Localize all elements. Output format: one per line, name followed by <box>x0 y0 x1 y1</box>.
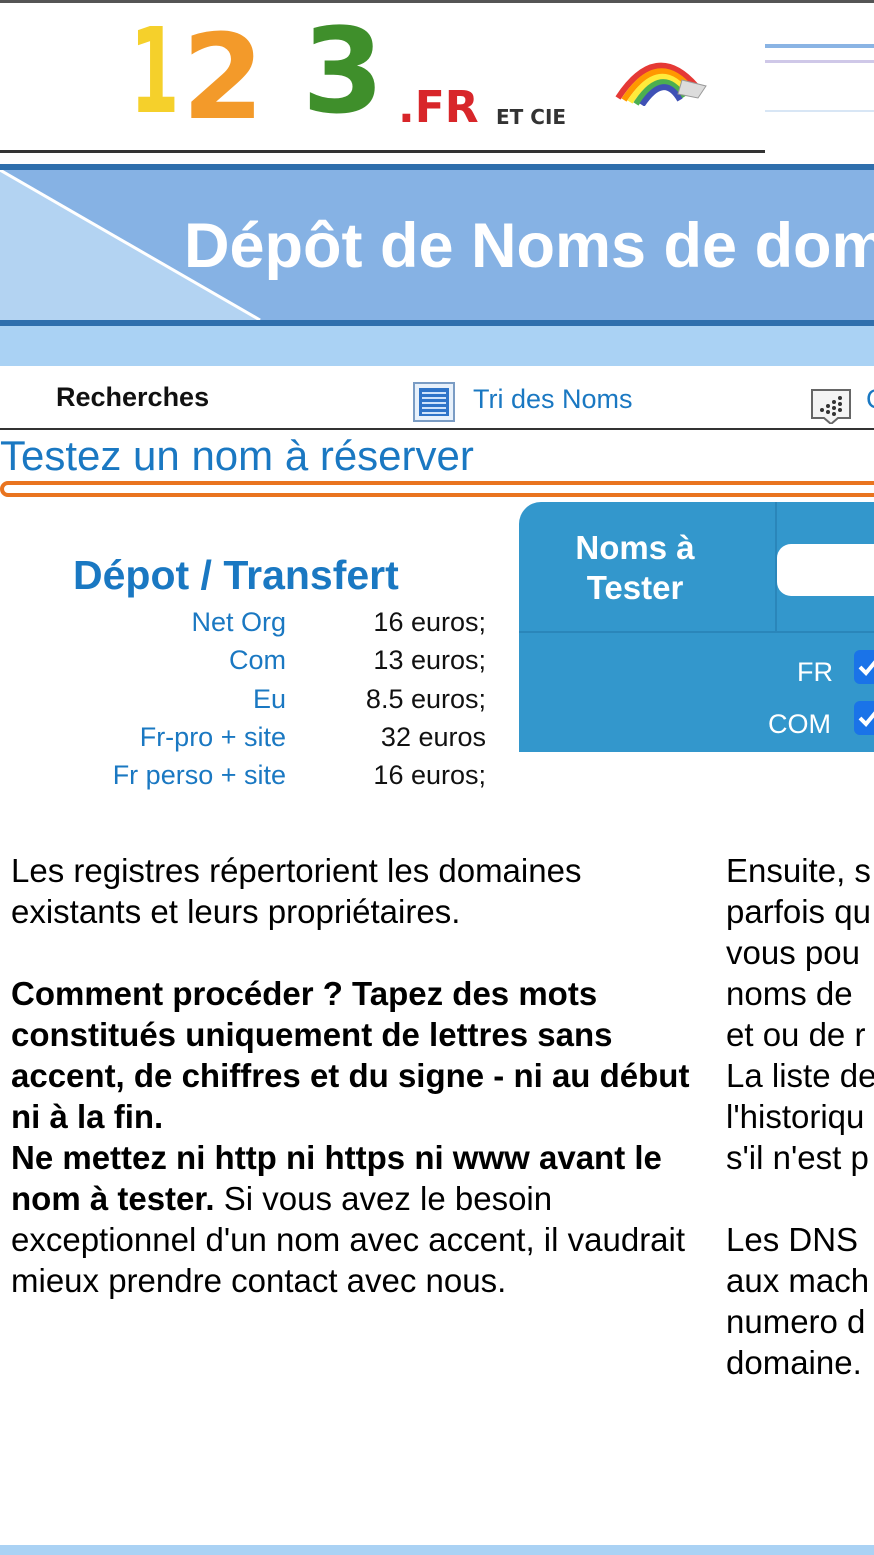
right-line: aux mach <box>726 1262 870 1299</box>
info-left-column: Les registres répertorient les domaines … <box>11 850 711 1301</box>
orange-divider <box>0 481 874 497</box>
logo-etcie: ET CIE <box>496 105 567 129</box>
right-line: Ensuite, s <box>726 852 871 889</box>
right-line: La liste de <box>726 1057 874 1094</box>
nav-tri-des-noms[interactable]: Tri des Noms <box>473 384 633 415</box>
checkbox-com[interactable] <box>854 701 874 735</box>
panel-label: Noms à Tester <box>522 528 748 608</box>
logo-digit-1: 1 <box>130 2 180 140</box>
header-stripe <box>765 60 874 63</box>
right-line: noms de <box>726 975 853 1012</box>
list-icon[interactable] <box>413 382 455 422</box>
right-line: numero d <box>726 1303 866 1340</box>
sort-icon[interactable] <box>808 382 854 424</box>
test-heading: Testez un nom à réserver <box>0 432 474 479</box>
right-line: s'il n'est p <box>726 1139 869 1176</box>
site-logo[interactable]: 1 2 3 .FR ET CIE <box>130 10 590 140</box>
header-stripe <box>765 44 874 48</box>
logo-suffix: .FR <box>398 82 479 133</box>
price-value: 16 euros; <box>373 760 486 790</box>
page-banner: Dépôt de Noms de domaine <box>0 170 874 320</box>
right-line: parfois qu <box>726 893 871 930</box>
price-value: 32 euros <box>380 722 486 752</box>
panel-label-line1: Noms à <box>575 529 695 566</box>
right-line: domaine. <box>726 1344 862 1381</box>
nav-bar: Recherches Tri des Noms C <box>0 366 874 430</box>
panel-label-line2: Tester <box>586 569 684 606</box>
instructions-bold: Comment procéder ? Tapez des mots consti… <box>11 975 690 1135</box>
price-value: 13 euros; <box>373 645 486 675</box>
check-icon <box>858 660 874 676</box>
right-line: et ou de r <box>726 1016 866 1053</box>
right-line: l'historiqu <box>726 1098 865 1135</box>
page-title: Dépôt de Noms de domaine <box>184 211 874 281</box>
pricing-title: Dépot / Transfert <box>73 552 399 598</box>
intro-paragraph: Les registres répertorient les domaines … <box>11 852 582 930</box>
footer-strip <box>0 1545 874 1555</box>
ext-label-com: COM <box>768 709 831 739</box>
domain-name-input[interactable] <box>777 544 874 596</box>
header-stripe <box>765 110 874 112</box>
check-icon <box>858 711 874 727</box>
price-value: 8.5 euros; <box>365 684 486 714</box>
panel-divider <box>519 631 874 633</box>
logo-underline <box>0 150 765 153</box>
checkbox-fr[interactable] <box>854 650 874 684</box>
logo-digit-3: 3 <box>302 2 385 140</box>
right-line: vous pou <box>726 934 860 971</box>
logo-digit-2: 2 <box>182 8 265 146</box>
ext-label-fr: FR <box>797 657 833 687</box>
info-right-column: Ensuite, s parfois qu vous pou noms de e… <box>726 850 874 1383</box>
nav-recherches[interactable]: Recherches <box>56 382 209 413</box>
banner-strip <box>0 326 874 366</box>
rainbow-icon <box>615 62 707 106</box>
nav-third-item[interactable]: C <box>866 384 874 415</box>
price-value: 16 euros; <box>373 607 486 637</box>
right-line: Les DNS <box>726 1221 859 1258</box>
